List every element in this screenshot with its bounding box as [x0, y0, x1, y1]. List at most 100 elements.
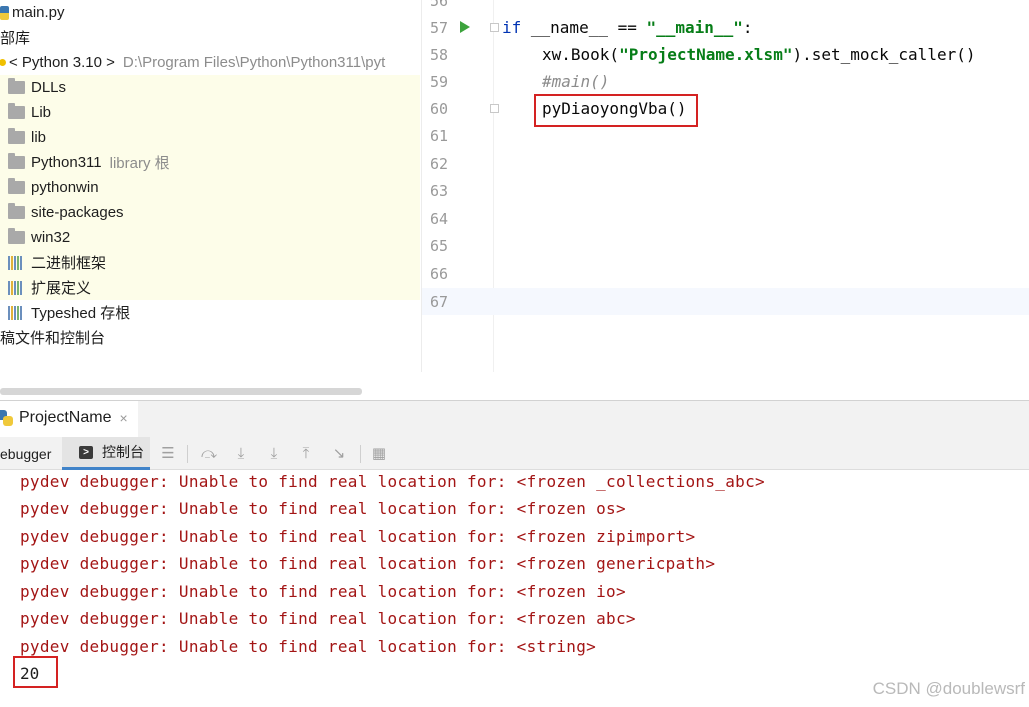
- step-over-icon[interactable]: ⤼: [200, 445, 218, 463]
- tab-label: 控制台: [102, 444, 144, 460]
- console-line: pydev debugger: Unable to find real loca…: [20, 472, 765, 491]
- tree-item-label: Lib: [31, 104, 52, 121]
- code-line[interactable]: 57 if __name__ == "__main__":: [422, 14, 1029, 41]
- run-to-cursor-icon[interactable]: ↘: [330, 445, 348, 463]
- line-number: 64: [429, 209, 448, 228]
- step-out-icon[interactable]: ⤒: [297, 445, 315, 463]
- code-line[interactable]: 65: [422, 232, 1029, 259]
- code-keyword: if: [502, 18, 522, 37]
- step-into-my-code-icon[interactable]: ⤓: [265, 445, 283, 463]
- tree-item-label: Typeshed 存根: [31, 305, 131, 322]
- console-output[interactable]: pydev debugger: Unable to find real loca…: [0, 470, 1029, 707]
- code-comment: #main(): [542, 72, 610, 91]
- run-icon[interactable]: [460, 21, 470, 33]
- horizontal-scrollbar[interactable]: [0, 388, 362, 395]
- python-icon: [0, 410, 13, 426]
- folder-icon: [8, 203, 25, 219]
- library-icon: [8, 305, 25, 320]
- tree-item-scratches[interactable]: 稿文件和控制台: [0, 325, 420, 350]
- library-root-hint: library 根: [109, 155, 170, 172]
- folder-icon: [8, 78, 25, 94]
- tree-item-pythonwin[interactable]: pythonwin: [0, 175, 420, 200]
- tree-item-site-packages[interactable]: site-packages: [0, 200, 420, 225]
- line-number: 59: [429, 72, 448, 91]
- line-number: 66: [429, 264, 448, 283]
- line-number: 67: [429, 292, 448, 311]
- tree-item-external-libraries[interactable]: 部库: [0, 25, 420, 50]
- console-line: pydev debugger: Unable to find real loca…: [20, 554, 716, 573]
- code-line[interactable]: 56: [422, 0, 1029, 14]
- tree-item-main-py[interactable]: main.py: [0, 0, 420, 25]
- sdk-path: D:\Program Files\Python\Python311\pyt: [122, 54, 386, 71]
- line-number: 57: [429, 18, 448, 37]
- code-editor[interactable]: 56 57 if __name__ == "__main__": 58 xw.B…: [421, 0, 1029, 372]
- line-number: 65: [429, 236, 448, 255]
- run-config-tab[interactable]: ProjectName ×: [0, 401, 138, 437]
- line-number: 61: [429, 126, 448, 145]
- tree-item-label: site-packages: [31, 204, 124, 221]
- tree-item-label: Python311: [31, 154, 102, 171]
- tree-item-label: 二进制框架: [31, 255, 107, 272]
- console-line: pydev debugger: Unable to find real loca…: [20, 637, 597, 656]
- tree-item-label: win32: [31, 229, 71, 246]
- tree-item-label: DLLs: [31, 79, 67, 96]
- tree-item-dlls[interactable]: DLLs: [0, 75, 420, 100]
- code-line[interactable]: 59 #main(): [422, 68, 1029, 95]
- tab-debugger[interactable]: ebugger: [0, 437, 62, 470]
- code-string: "__main__": [646, 18, 743, 37]
- tree-item-label: main.py: [12, 4, 65, 21]
- sdk-name: < Python 3.10 >: [9, 54, 115, 71]
- folder-icon: [8, 103, 25, 119]
- toolbar-separator: [187, 445, 188, 463]
- code-line[interactable]: 61: [422, 122, 1029, 149]
- tree-item-lib[interactable]: lib: [0, 125, 420, 150]
- fold-end-icon[interactable]: [490, 104, 499, 113]
- library-icon: [8, 280, 25, 295]
- sdk-icon: [0, 59, 6, 66]
- tree-item-lib-upper[interactable]: Lib: [0, 100, 420, 125]
- debug-toolbar: ebugger > 控制台 ☰ ⤼ ⤓ ⤓ ⤒ ↘ ▦: [0, 437, 1029, 470]
- menu-icon[interactable]: ☰: [159, 445, 177, 463]
- code-line[interactable]: 64: [422, 205, 1029, 232]
- folder-icon: [8, 128, 25, 144]
- code-line[interactable]: 60 pyDiaoyongVba(): [422, 95, 1029, 122]
- line-number: 63: [429, 181, 448, 200]
- code-string: "ProjectName.xlsm": [619, 45, 793, 64]
- python-file-icon: [0, 5, 9, 20]
- tree-item-python311[interactable]: Python311 library 根: [0, 150, 420, 175]
- tab-console[interactable]: > 控制台: [62, 437, 150, 470]
- console-line: pydev debugger: Unable to find real loca…: [20, 527, 696, 546]
- tree-item-extended-definitions[interactable]: 扩展定义: [0, 275, 420, 300]
- console-line: pydev debugger: Unable to find real loca…: [20, 582, 626, 601]
- console-icon: >: [79, 445, 93, 459]
- folder-icon: [8, 178, 25, 194]
- code-line-current[interactable]: 67: [422, 288, 1029, 315]
- code-text: xw.Book(: [542, 45, 620, 64]
- code-text: __name__ ==: [521, 18, 647, 37]
- code-line[interactable]: 63: [422, 177, 1029, 204]
- editor-bottom-area: [421, 372, 1029, 400]
- step-into-icon[interactable]: ⤓: [232, 445, 250, 463]
- evaluate-icon[interactable]: ▦: [370, 445, 388, 463]
- close-icon[interactable]: ×: [119, 410, 127, 426]
- tree-item-python-sdk[interactable]: < Python 3.10 > D:\Program Files\Python\…: [0, 50, 420, 75]
- tab-label: ebugger: [0, 445, 52, 462]
- watermark: CSDN @doublewsrf: [872, 679, 1025, 698]
- fold-icon[interactable]: [490, 23, 499, 32]
- toolbar-separator: [360, 445, 361, 463]
- debug-tool-window-header: ProjectName ×: [0, 400, 1029, 437]
- code-line[interactable]: 58 xw.Book("ProjectName.xlsm").set_mock_…: [422, 41, 1029, 68]
- folder-icon: [8, 228, 25, 244]
- tree-item-win32[interactable]: win32: [0, 225, 420, 250]
- tree-item-label: 稿文件和控制台: [0, 330, 106, 347]
- tree-item-binary-skeletons[interactable]: 二进制框架: [0, 250, 420, 275]
- tree-item-label: pythonwin: [31, 179, 99, 196]
- code-line[interactable]: 66: [422, 260, 1029, 287]
- console-line: pydev debugger: Unable to find real loca…: [20, 609, 636, 628]
- folder-icon: [8, 153, 25, 169]
- annotation-highlight-box: [13, 656, 58, 688]
- code-line[interactable]: 62: [422, 150, 1029, 177]
- tree-item-typeshed-stubs[interactable]: Typeshed 存根: [0, 300, 420, 325]
- code-text: ).set_mock_caller(): [792, 45, 976, 64]
- tree-item-label: 扩展定义: [31, 280, 92, 297]
